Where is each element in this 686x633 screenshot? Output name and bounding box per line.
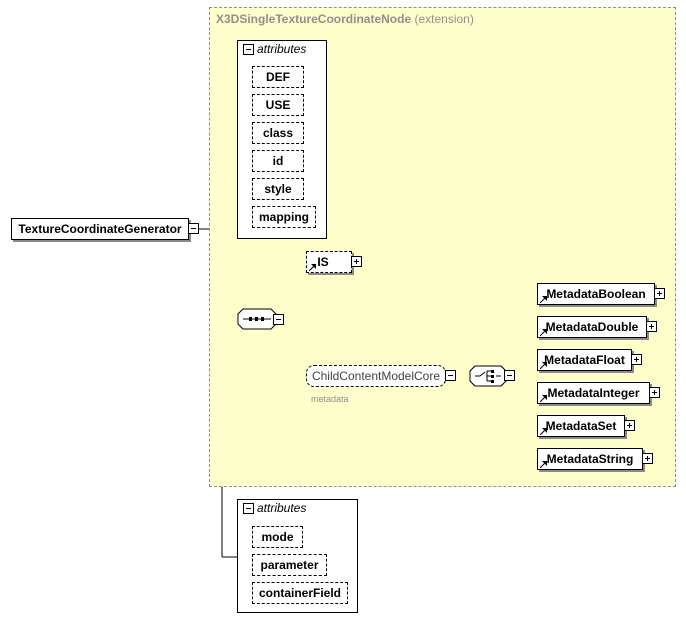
collapse-attributes-icon[interactable] xyxy=(243,44,254,55)
attribute-use[interactable]: USE xyxy=(252,94,304,116)
reference-arrow-icon xyxy=(540,329,547,336)
attribute-parameter[interactable]: parameter xyxy=(252,554,327,576)
metadata-set-label: MetadataSet xyxy=(545,419,617,433)
attribute-mapping[interactable]: mapping xyxy=(252,206,316,228)
root-element-label: TextureCoordinateGenerator xyxy=(18,222,182,236)
attribute-id-label: id xyxy=(272,154,284,168)
own-attributes-label: attributes xyxy=(257,501,307,515)
extension-suffix: (extension) xyxy=(414,12,474,26)
attribute-containerfield[interactable]: containerField xyxy=(252,582,348,604)
attribute-mode-label: mode xyxy=(261,530,294,544)
extension-title: X3DSingleTextureCoordinateNode (extensio… xyxy=(216,12,474,26)
expand-is-icon[interactable] xyxy=(351,256,362,267)
attribute-id[interactable]: id xyxy=(252,150,304,172)
reference-arrow-icon xyxy=(309,264,316,271)
attribute-use-label: USE xyxy=(265,98,291,112)
metadata-float-box[interactable]: MetadataFloat xyxy=(537,349,632,371)
collapse-choice-icon[interactable] xyxy=(504,370,515,381)
attribute-containerfield-label: containerField xyxy=(258,586,341,600)
collapse-own-attributes-icon[interactable] xyxy=(243,503,254,514)
expand-metadata-float-icon[interactable] xyxy=(631,354,642,365)
attribute-def-label: DEF xyxy=(266,70,290,84)
is-element-box[interactable]: IS xyxy=(306,251,352,273)
expand-metadata-integer-icon[interactable] xyxy=(649,387,660,398)
expand-metadata-set-icon[interactable] xyxy=(624,420,635,431)
reference-arrow-icon xyxy=(540,461,547,468)
attribute-style-label: style xyxy=(264,182,292,196)
metadata-integer-label: MetadataInteger xyxy=(547,386,640,400)
reference-arrow-icon xyxy=(540,395,547,402)
reference-arrow-icon xyxy=(540,428,547,435)
metadata-double-label: MetadataDouble xyxy=(545,320,639,334)
group-sublabel: metadata xyxy=(311,394,349,404)
collapse-root-icon[interactable] xyxy=(188,223,199,234)
attributes-label: attributes xyxy=(257,42,307,56)
attribute-mapping-label: mapping xyxy=(259,210,309,224)
expand-metadata-double-icon[interactable] xyxy=(646,321,657,332)
attribute-def[interactable]: DEF xyxy=(252,66,304,88)
reference-arrow-icon xyxy=(540,296,547,303)
attribute-class[interactable]: class xyxy=(252,122,304,144)
expand-metadata-string-icon[interactable] xyxy=(642,453,653,464)
metadata-boolean-box[interactable]: MetadataBoolean xyxy=(537,283,655,305)
sequence-compositor-icon[interactable] xyxy=(237,308,277,330)
root-element-box[interactable]: TextureCoordinateGenerator xyxy=(11,218,189,240)
reference-arrow-icon xyxy=(540,362,547,369)
collapse-group-icon[interactable] xyxy=(445,370,456,381)
group-box[interactable]: ChildContentModelCore xyxy=(306,365,446,387)
extension-name: X3DSingleTextureCoordinateNode xyxy=(216,12,412,26)
metadata-string-label: MetadataString xyxy=(546,452,634,466)
metadata-boolean-label: MetadataBoolean xyxy=(546,287,646,301)
metadata-set-box[interactable]: MetadataSet xyxy=(537,415,625,437)
expand-metadata-boolean-icon[interactable] xyxy=(654,288,665,299)
collapse-sequence-icon[interactable] xyxy=(273,314,284,325)
metadata-float-label: MetadataFloat xyxy=(544,353,625,367)
is-element-label: IS xyxy=(317,255,329,269)
attribute-style[interactable]: style xyxy=(252,178,304,200)
metadata-double-box[interactable]: MetadataDouble xyxy=(537,316,647,338)
metadata-string-box[interactable]: MetadataString xyxy=(537,448,643,470)
attribute-class-label: class xyxy=(262,126,294,140)
metadata-integer-box[interactable]: MetadataInteger xyxy=(537,382,650,404)
group-label: ChildContentModelCore xyxy=(311,369,441,383)
choice-compositor-icon[interactable] xyxy=(469,365,507,387)
attribute-parameter-label: parameter xyxy=(260,558,319,572)
attribute-mode[interactable]: mode xyxy=(252,526,303,548)
